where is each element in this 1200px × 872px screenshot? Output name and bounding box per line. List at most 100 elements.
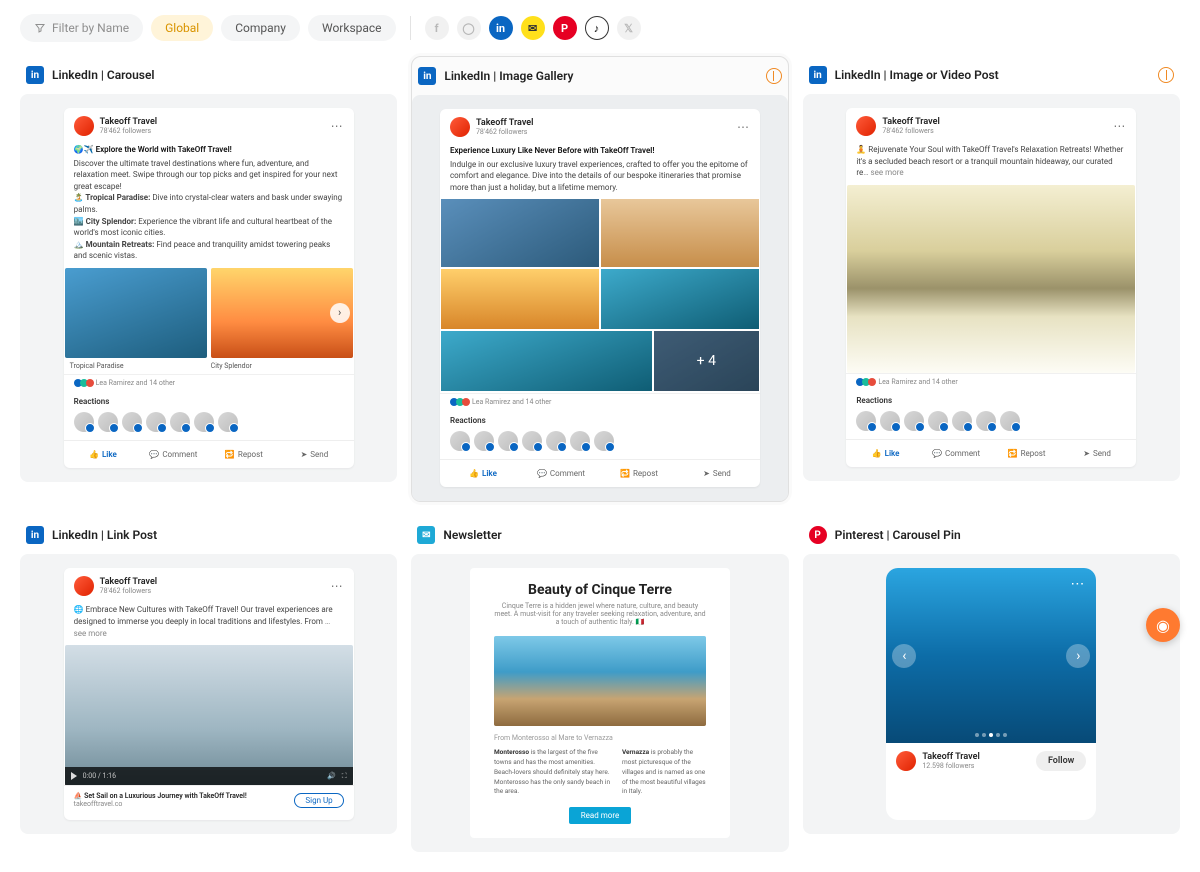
post-title: Experience Luxury Like Never Before with… [450, 145, 750, 157]
post-followers: 78'462 followers [882, 127, 939, 135]
tiktok-icon[interactable]: ♪ [585, 16, 609, 40]
more-icon[interactable]: ⋯ [331, 119, 344, 133]
reactions-label: Reactions [440, 410, 760, 427]
gallery-image [601, 199, 759, 267]
post-author: Takeoff Travel [476, 118, 533, 128]
card-linkedin-link[interactable]: in LinkedIn | Link Post Takeoff Travel 7… [20, 516, 397, 852]
card-title: LinkedIn | Carousel [52, 68, 155, 82]
more-icon[interactable]: ⋯ [1113, 119, 1126, 133]
card-title: LinkedIn | Image or Video Post [835, 68, 999, 82]
card-pinterest-carousel[interactable]: P Pinterest | Carousel Pin ⋯ ‹ › Takeoff… [803, 516, 1180, 852]
card-linkedin-carousel[interactable]: in LinkedIn | Carousel Takeoff Travel 78… [20, 56, 397, 502]
post-preview: Takeoff Travel 78'462 followers ⋯ 🧘 Reju… [846, 108, 1136, 467]
repost-button[interactable]: 🔁 Repost [600, 466, 678, 481]
reactions-text: Lea Ramirez and 14 other [96, 379, 175, 387]
pin-prev-icon[interactable]: ‹ [892, 644, 916, 668]
pin-next-icon[interactable]: › [1066, 644, 1090, 668]
post-followers: 78'462 followers [100, 127, 157, 135]
x-icon[interactable]: 𝕏 [617, 16, 641, 40]
more-icon[interactable]: ⋯ [331, 579, 344, 593]
repost-button[interactable]: 🔁 Repost [991, 446, 1062, 461]
repost-button[interactable]: 🔁 Repost [209, 447, 280, 462]
comment-button[interactable]: 💬 Comment [138, 447, 209, 462]
more-icon[interactable]: ⋯ [1070, 576, 1086, 592]
post-followers: 78'462 followers [100, 587, 157, 595]
globe-icon [766, 68, 782, 84]
filter-input[interactable]: Filter by Name [20, 14, 143, 42]
carousel-image [65, 268, 207, 358]
link-url: takeofftravel.co [74, 800, 247, 808]
pin-followers: 12.598 followers [922, 762, 979, 770]
avatar [74, 576, 94, 596]
card-linkedin-image-video[interactable]: in LinkedIn | Image or Video Post Takeof… [803, 56, 1180, 502]
post-author: Takeoff Travel [100, 117, 157, 127]
post-preview: Takeoff Travel 78'462 followers ⋯ 🌐 Embr… [64, 568, 354, 820]
post-text: 🌐 Embrace New Cultures with TakeOff Trav… [74, 605, 333, 626]
like-button[interactable]: 👍 Like [68, 447, 139, 462]
reactions-text: Lea Ramirez and 14 other [472, 398, 551, 406]
post-preview: Takeoff Travel 78'462 followers ⋯ 🌍✈️ Ex… [64, 108, 354, 468]
help-fab[interactable]: ◉ [1146, 608, 1180, 642]
comment-button[interactable]: 💬 Comment [522, 466, 600, 481]
newsletter-caption: From Monterosso al Mare to Vernazza [494, 734, 706, 742]
divider [410, 16, 411, 40]
more-icon[interactable]: ⋯ [737, 120, 750, 134]
caption: City Splendor [211, 362, 348, 370]
pin-image: ⋯ ‹ › [886, 568, 1096, 743]
scope-global[interactable]: Global [151, 15, 213, 41]
carousel-next-icon[interactable]: › [330, 303, 350, 323]
avatar [856, 116, 876, 136]
send-button[interactable]: ➤ Send [678, 466, 756, 481]
avatar [896, 751, 916, 771]
readmore-button[interactable]: Read more [569, 807, 631, 824]
play-icon[interactable] [71, 772, 77, 780]
reactions-text: Lea Ramirez and 14 other [878, 378, 957, 386]
post-text: Indulge in our exclusive luxury travel e… [450, 159, 750, 194]
signup-button[interactable]: Sign Up [294, 793, 343, 808]
linkedin-icon: in [809, 66, 827, 84]
video-preview[interactable]: 0:00 / 1:16 🔊 ⛶ [65, 645, 353, 785]
video-time: 0:00 / 1:16 [83, 772, 116, 780]
gallery-image [441, 269, 599, 329]
post-title: 🌍✈️ Explore the World with TakeOff Trave… [74, 144, 344, 156]
reactions-label: Reactions [64, 391, 354, 408]
newsletter-heading: Beauty of Cinque Terre [494, 582, 706, 598]
pinterest-icon: P [809, 526, 827, 544]
filter-icon [34, 22, 46, 34]
mailchimp-icon: ✉ [417, 526, 435, 544]
pin-author: Takeoff Travel [922, 752, 979, 762]
video-controls[interactable]: 0:00 / 1:16 🔊 ⛶ [65, 767, 353, 785]
newsletter-image [494, 636, 706, 726]
send-button[interactable]: ➤ Send [1062, 446, 1133, 461]
like-button[interactable]: 👍 Like [444, 466, 522, 481]
volume-icon[interactable]: 🔊 [327, 772, 336, 780]
linkedin-icon[interactable]: in [489, 16, 513, 40]
mailchimp-icon[interactable]: ✉ [521, 16, 545, 40]
reactions-label: Reactions [846, 390, 1136, 407]
globe-icon [1158, 67, 1174, 83]
scope-workspace[interactable]: Workspace [308, 15, 396, 41]
fullscreen-icon[interactable]: ⛶ [342, 772, 347, 781]
send-button[interactable]: ➤ Send [279, 447, 350, 462]
link-title: ⛵ Set Sail on a Luxurious Journey with T… [74, 792, 247, 800]
post-author: Takeoff Travel [882, 117, 939, 127]
avatar [450, 117, 470, 137]
gallery-more[interactable]: + 4 [654, 331, 759, 391]
facebook-icon[interactable]: f [425, 16, 449, 40]
newsletter-sub: Cinque Terre is a hidden jewel where nat… [494, 602, 706, 626]
card-title: LinkedIn | Image Gallery [444, 69, 573, 83]
follow-button[interactable]: Follow [1036, 751, 1086, 771]
see-more[interactable]: … see more [863, 168, 903, 177]
post-preview: Takeoff Travel 78'462 followers ⋯ Experi… [440, 109, 760, 487]
comment-button[interactable]: 💬 Comment [921, 446, 992, 461]
like-button[interactable]: 👍 Like [850, 446, 921, 461]
card-linkedin-gallery[interactable]: in LinkedIn | Image Gallery Takeoff Trav… [411, 56, 788, 502]
linkedin-icon: in [26, 526, 44, 544]
post-text: Discover the ultimate travel destination… [74, 158, 344, 193]
card-newsletter[interactable]: ✉ Newsletter Beauty of Cinque Terre Cinq… [411, 516, 788, 852]
card-title: Pinterest | Carousel Pin [835, 528, 961, 542]
caption: Tropical Paradise [70, 362, 207, 370]
pinterest-icon[interactable]: P [553, 16, 577, 40]
scope-company[interactable]: Company [221, 15, 300, 41]
instagram-icon[interactable]: ◯ [457, 16, 481, 40]
